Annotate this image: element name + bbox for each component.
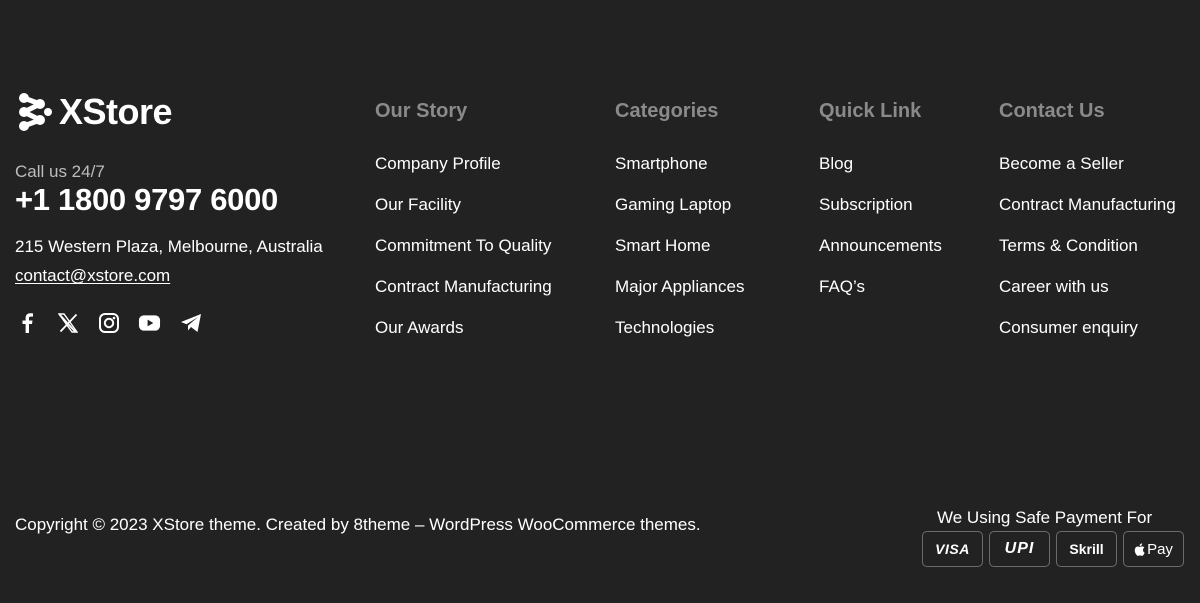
skrill-icon: Skrill — [1056, 531, 1117, 567]
site-footer: XStore Call us 24/7 +1 1800 9797 6000 21… — [0, 0, 1200, 603]
apple-pay-icon: Pay — [1123, 531, 1184, 567]
footer-link[interactable]: Gaming Laptop — [615, 193, 744, 217]
address: 215 Western Plaza, Melbourne, Australia — [15, 237, 323, 256]
payment-title: We Using Safe Payment For — [937, 508, 1153, 527]
footer-link[interactable]: Career with us — [999, 275, 1179, 299]
callus-label: Call us 24/7 — [15, 162, 105, 181]
footer-link[interactable]: Announcements — [819, 234, 942, 258]
column-title: Contact Us — [999, 100, 1105, 122]
footer-link[interactable]: Consumer enquiry — [999, 316, 1179, 340]
column-title: Categories — [615, 100, 719, 122]
xstore-logo-icon — [19, 93, 52, 131]
facebook-icon[interactable] — [15, 311, 38, 334]
footer-link[interactable]: Commitment To Quality — [375, 234, 552, 258]
footer-link[interactable]: Technologies — [615, 316, 744, 340]
footer-link[interactable]: Terms & Condition — [999, 234, 1179, 258]
youtube-icon[interactable] — [138, 311, 161, 334]
footer-link[interactable]: Major Appliances — [615, 275, 744, 299]
email-link[interactable]: contact@xstore.com — [15, 266, 170, 286]
footer-link[interactable]: Our Facility — [375, 193, 552, 217]
brand-column: XStore Call us 24/7 +1 1800 9797 6000 21… — [15, 90, 355, 333]
footer-link[interactable]: Subscription — [819, 193, 942, 217]
upi-icon: UPI — [989, 531, 1050, 567]
logo-text: XStore — [59, 91, 173, 132]
column-title: Our Story — [375, 100, 468, 122]
footer-column-our-story: Our Story Company Profile Our Facility C… — [375, 99, 552, 357]
footer-link[interactable]: Smart Home — [615, 234, 744, 258]
footer-link[interactable]: Blog — [819, 152, 942, 176]
footer-column-contact-us: Contact Us Become a Seller Contract Manu… — [999, 99, 1179, 357]
footer-link[interactable]: Company Profile — [375, 152, 552, 176]
logo[interactable]: XStore — [15, 90, 355, 134]
apple-logo-icon — [1134, 542, 1145, 556]
payment-methods: VISA UPI Skrill Pay — [922, 531, 1184, 567]
instagram-icon[interactable] — [97, 311, 120, 334]
phone-number[interactable]: +1 1800 9797 6000 — [15, 182, 278, 218]
apple-pay-label: Pay — [1147, 540, 1173, 558]
footer-link[interactable]: Our Awards — [375, 316, 552, 340]
footer-column-categories: Categories Smartphone Gaming Laptop Smar… — [615, 99, 744, 357]
social-links — [15, 311, 202, 334]
telegram-icon[interactable] — [179, 311, 202, 334]
footer-link[interactable]: Smartphone — [615, 152, 744, 176]
footer-link[interactable]: FAQ’s — [819, 275, 942, 299]
visa-icon: VISA — [922, 531, 983, 567]
column-title: Quick Link — [819, 100, 922, 122]
x-twitter-icon[interactable] — [56, 311, 79, 334]
copyright-text: Copyright © 2023 XStore theme. Created b… — [15, 515, 701, 534]
footer-column-quick-link: Quick Link Blog Subscription Announcemen… — [819, 99, 942, 316]
footer-link[interactable]: Contract Manufacturing — [999, 193, 1179, 217]
footer-link[interactable]: Become a Seller — [999, 152, 1179, 176]
footer-link[interactable]: Contract Manufacturing — [375, 275, 552, 299]
